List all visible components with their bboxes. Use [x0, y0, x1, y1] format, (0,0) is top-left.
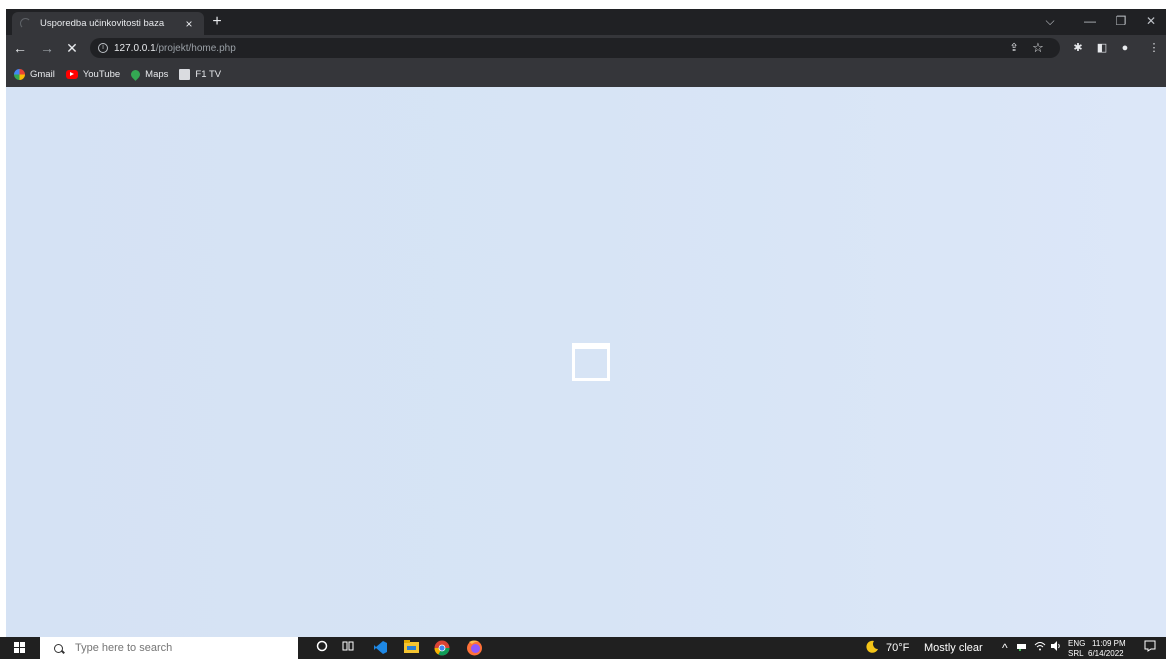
bookmark-label: Gmail: [30, 68, 55, 80]
weather-condition[interactable]: Mostly clear: [924, 642, 983, 654]
site-info-icon[interactable]: i: [98, 43, 108, 53]
tab-title: Usporedba učinkovitosti baza: [40, 18, 165, 29]
notifications-icon[interactable]: [1142, 640, 1158, 656]
profile-icon[interactable]: ●: [1117, 40, 1133, 56]
desktop: Usporedba učinkovitosti baza × + ⌵ — ❐ ✕…: [0, 0, 1166, 659]
minimize-button[interactable]: —: [1078, 13, 1102, 29]
network-icon[interactable]: [1014, 640, 1030, 656]
new-tab-button[interactable]: +: [209, 14, 225, 30]
taskbar-search[interactable]: [40, 637, 298, 659]
bookmark-label: Maps: [145, 68, 169, 80]
weather-moon-icon[interactable]: [864, 640, 880, 656]
youtube-icon: [65, 69, 78, 79]
side-panel-icon[interactable]: ◧: [1094, 40, 1110, 56]
f1tv-icon: [179, 68, 191, 80]
forward-button[interactable]: →: [39, 40, 55, 56]
stop-loading-button[interactable]: ✕: [64, 40, 80, 56]
tab-search-icon[interactable]: ⌵: [1038, 13, 1062, 29]
share-icon[interactable]: ⇪: [1006, 40, 1022, 56]
tab-close-icon[interactable]: ×: [182, 18, 196, 30]
vscode-icon[interactable]: [372, 640, 388, 656]
tab-active[interactable]: Usporedba učinkovitosti baza ×: [12, 12, 204, 35]
task-view-icon[interactable]: [340, 640, 356, 656]
cortana-icon[interactable]: [314, 640, 330, 656]
page-content: [6, 87, 1166, 637]
loading-window-icon: [572, 343, 610, 381]
extensions-icon[interactable]: ✱: [1070, 40, 1086, 56]
tab-strip: Usporedba učinkovitosti baza × + ⌵ — ❐ ✕: [6, 9, 1166, 35]
browser-window: Usporedba učinkovitosti baza × + ⌵ — ❐ ✕…: [6, 9, 1166, 637]
weather-temp[interactable]: 70°F: [886, 642, 909, 654]
restore-button[interactable]: ❐: [1109, 13, 1133, 29]
volume-icon[interactable]: [1048, 640, 1064, 656]
taskbar-search-input[interactable]: [75, 642, 275, 654]
bookmark-label: F1 TV: [195, 68, 222, 80]
bookmark-gmail[interactable]: Gmail: [14, 68, 55, 80]
bookmark-f1tv[interactable]: F1 TV: [179, 68, 222, 80]
address-bar[interactable]: i 127.0.0.1 /projekt/home.php: [90, 38, 1060, 58]
windows-taskbar: 70°F Mostly clear ^ ENG SRL 11:09 PM 6/1…: [0, 637, 1166, 659]
bookmark-star-icon[interactable]: ☆: [1030, 40, 1046, 56]
bookmark-label: YouTube: [82, 68, 121, 80]
bookmark-maps[interactable]: Maps: [129, 67, 169, 81]
url-host: 127.0.0.1: [114, 42, 156, 54]
search-icon: [54, 643, 63, 653]
browser-toolbar: ← → ✕ i 127.0.0.1 /projekt/home.php ⇪ ☆ …: [6, 35, 1166, 61]
file-explorer-icon[interactable]: [403, 640, 419, 656]
clock-time[interactable]: 11:09 PM: [1092, 639, 1126, 648]
language-line1[interactable]: ENG: [1068, 639, 1085, 648]
windows-start-button[interactable]: [14, 642, 26, 654]
chrome-menu-icon[interactable]: ⋮: [1146, 40, 1162, 56]
tray-chevron-icon[interactable]: ^: [1002, 641, 1008, 655]
language-line2[interactable]: SRL: [1068, 649, 1084, 658]
wifi-icon[interactable]: [1032, 640, 1048, 656]
bookmark-youtube[interactable]: YouTube: [65, 68, 121, 80]
bookmarks-bar: Gmail YouTube Maps F1 TV: [6, 61, 1166, 87]
back-button[interactable]: ←: [12, 40, 28, 56]
google-icon: [14, 68, 25, 80]
clock-date[interactable]: 6/14/2022: [1088, 649, 1124, 658]
url-path: /projekt/home.php: [155, 42, 236, 54]
firefox-icon[interactable]: [466, 639, 482, 656]
loading-spinner-icon: [20, 18, 31, 29]
chrome-taskbar-icon[interactable]: [434, 640, 450, 656]
maps-pin-icon: [129, 67, 143, 81]
close-window-button[interactable]: ✕: [1139, 13, 1163, 29]
